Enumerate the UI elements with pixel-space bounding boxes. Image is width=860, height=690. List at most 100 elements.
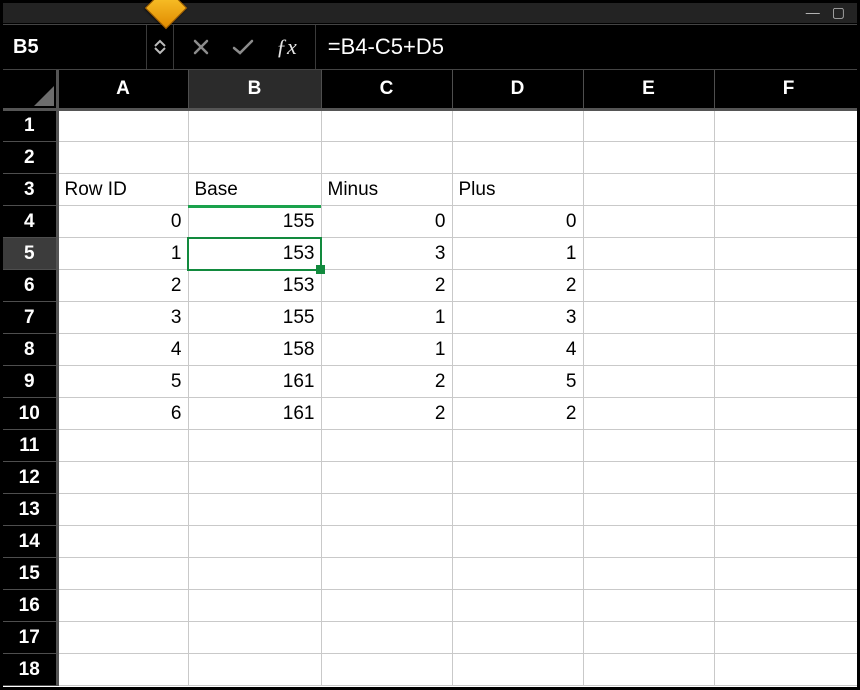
cell-F2[interactable] [714,142,857,174]
cell-C18[interactable] [321,654,452,686]
row-header-14[interactable]: 14 [3,526,57,558]
select-all-corner[interactable] [3,70,57,110]
row-header-10[interactable]: 10 [3,398,57,430]
cell-A14[interactable] [57,526,188,558]
cell-A6[interactable]: 2 [57,270,188,302]
cell-D4[interactable]: 0 [452,206,583,238]
cell-F6[interactable] [714,270,857,302]
cell-C3[interactable]: Minus [321,174,452,206]
cell-B14[interactable] [188,526,321,558]
cell-B13[interactable] [188,494,321,526]
row-header-16[interactable]: 16 [3,590,57,622]
cell-C11[interactable] [321,430,452,462]
cell-C17[interactable] [321,622,452,654]
cell-E1[interactable] [583,110,714,142]
cell-B7[interactable]: 155 [188,302,321,334]
cell-F10[interactable] [714,398,857,430]
cell-A11[interactable] [57,430,188,462]
cell-D2[interactable] [452,142,583,174]
cell-B4[interactable]: 155 [188,206,321,238]
cell-A3[interactable]: Row ID [57,174,188,206]
cell-B9[interactable]: 161 [188,366,321,398]
row-header-8[interactable]: 8 [3,334,57,366]
cancel-button[interactable] [192,38,210,56]
cell-C10[interactable]: 2 [321,398,452,430]
col-header-C[interactable]: C [321,70,452,110]
cell-B2[interactable] [188,142,321,174]
cell-D5[interactable]: 1 [452,238,583,270]
cell-A13[interactable] [57,494,188,526]
name-box-stepper[interactable] [147,25,174,69]
cell-E9[interactable] [583,366,714,398]
row-header-7[interactable]: 7 [3,302,57,334]
col-header-D[interactable]: D [452,70,583,110]
row-header-18[interactable]: 18 [3,654,57,686]
col-header-E[interactable]: E [583,70,714,110]
cell-D1[interactable] [452,110,583,142]
cell-B17[interactable] [188,622,321,654]
cell-D9[interactable]: 5 [452,366,583,398]
cell-A1[interactable] [57,110,188,142]
cell-F5[interactable] [714,238,857,270]
cell-E5[interactable] [583,238,714,270]
cell-F14[interactable] [714,526,857,558]
cell-E2[interactable] [583,142,714,174]
cell-A9[interactable]: 5 [57,366,188,398]
cell-C14[interactable] [321,526,452,558]
cell-F13[interactable] [714,494,857,526]
cell-E6[interactable] [583,270,714,302]
cell-A18[interactable] [57,654,188,686]
cell-D8[interactable]: 4 [452,334,583,366]
cell-E15[interactable] [583,558,714,590]
cell-E11[interactable] [583,430,714,462]
accept-button[interactable] [232,38,254,56]
cell-F17[interactable] [714,622,857,654]
cell-C6[interactable]: 2 [321,270,452,302]
row-header-12[interactable]: 12 [3,462,57,494]
cell-A10[interactable]: 6 [57,398,188,430]
cell-B12[interactable] [188,462,321,494]
cell-D17[interactable] [452,622,583,654]
cell-D7[interactable]: 3 [452,302,583,334]
minimize-icon[interactable]: — [806,5,820,19]
cell-F4[interactable] [714,206,857,238]
cell-D10[interactable]: 2 [452,398,583,430]
cell-B8[interactable]: 158 [188,334,321,366]
cell-C5[interactable]: 3 [321,238,452,270]
cell-C9[interactable]: 2 [321,366,452,398]
cell-E14[interactable] [583,526,714,558]
row-header-9[interactable]: 9 [3,366,57,398]
cell-B15[interactable] [188,558,321,590]
grid[interactable]: A B C D E F 123Row IDBaseMinusPlus401550… [3,70,857,687]
cell-B11[interactable] [188,430,321,462]
cell-C8[interactable]: 1 [321,334,452,366]
cell-E13[interactable] [583,494,714,526]
cell-D12[interactable] [452,462,583,494]
cell-A4[interactable]: 0 [57,206,188,238]
cell-C1[interactable] [321,110,452,142]
cell-D14[interactable] [452,526,583,558]
fx-button[interactable]: ƒx [276,34,297,60]
cell-C2[interactable] [321,142,452,174]
cell-A12[interactable] [57,462,188,494]
cell-E18[interactable] [583,654,714,686]
row-header-3[interactable]: 3 [3,174,57,206]
cell-D11[interactable] [452,430,583,462]
cell-B3[interactable]: Base [188,174,321,206]
cell-F16[interactable] [714,590,857,622]
cell-B1[interactable] [188,110,321,142]
col-header-F[interactable]: F [714,70,857,110]
row-header-2[interactable]: 2 [3,142,57,174]
cell-B5[interactable]: 153 [188,238,321,270]
cell-C13[interactable] [321,494,452,526]
cell-A2[interactable] [57,142,188,174]
cell-D18[interactable] [452,654,583,686]
cell-F3[interactable] [714,174,857,206]
row-header-1[interactable]: 1 [3,110,57,142]
cell-E3[interactable] [583,174,714,206]
cell-F8[interactable] [714,334,857,366]
cell-C4[interactable]: 0 [321,206,452,238]
cell-F9[interactable] [714,366,857,398]
cell-B10[interactable]: 161 [188,398,321,430]
cell-E12[interactable] [583,462,714,494]
